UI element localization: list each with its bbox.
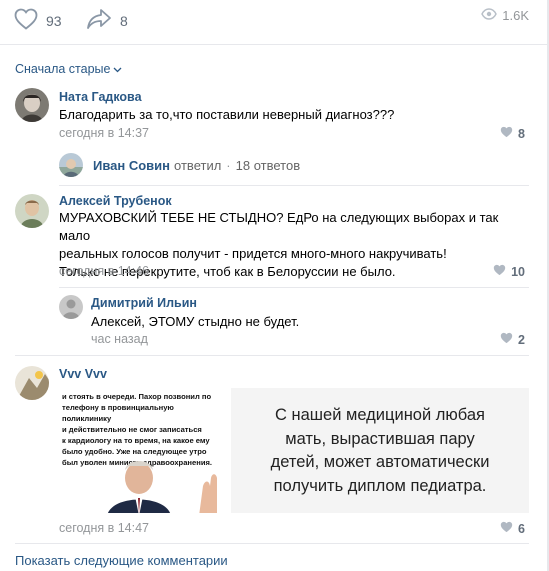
attachment-caption: С нашей медициной любая мать, вырастивша…	[270, 406, 490, 495]
actions-separator	[0, 44, 547, 45]
avatar[interactable]	[15, 366, 49, 400]
reply-text: Алексей, ЭТОМУ стыдно не будет.	[91, 314, 300, 329]
heart-icon	[14, 8, 38, 33]
post-actions-bar: 93 8 1.6K	[14, 8, 529, 36]
comment-date[interactable]: сегодня в 14:37	[59, 126, 149, 140]
avatar[interactable]	[15, 194, 49, 228]
comment-like-count: 10	[511, 264, 525, 279]
show-more-comments-link[interactable]: Показать следующие комментарии	[15, 553, 228, 568]
replies-link[interactable]: Иван Совин ответил · 18 ответов	[59, 153, 300, 177]
reply-author[interactable]: Иван Совин	[93, 158, 170, 173]
comment-divider	[15, 543, 529, 544]
views-counter: 1.6K	[481, 8, 529, 23]
comment-like-button[interactable]: 8	[500, 126, 525, 141]
reply-like-count: 2	[518, 332, 525, 347]
photo-attachment[interactable]: и стоять в очереди. Пахор позвонил по те…	[59, 388, 229, 513]
reply-like-button[interactable]: 2	[500, 332, 525, 347]
share-arrow-icon	[86, 8, 112, 33]
photo-person-figure	[108, 461, 217, 513]
comment-author[interactable]: Алексей Трубенок	[59, 194, 172, 208]
heart-icon	[500, 126, 513, 141]
replies-count[interactable]: 18 ответов	[236, 158, 300, 173]
reply-action: ответил	[174, 157, 222, 173]
heart-icon	[493, 264, 506, 279]
comment-divider	[59, 287, 529, 288]
comment-like-count: 6	[518, 521, 525, 536]
avatar[interactable]	[59, 295, 83, 319]
like-button[interactable]: 93	[14, 8, 62, 33]
sort-dropdown[interactable]: Сначала старые	[15, 62, 122, 76]
avatar	[59, 153, 83, 177]
photo-attachment[interactable]: С нашей медициной любая мать, вырастивша…	[231, 388, 529, 513]
avatar[interactable]	[15, 88, 49, 122]
heart-icon	[500, 521, 513, 536]
share-count: 8	[120, 12, 128, 29]
like-count: 93	[46, 12, 62, 29]
comment-like-button[interactable]: 6	[500, 521, 525, 536]
comment-text: Благодарить за то,что поставили неверный…	[59, 107, 395, 122]
sort-label: Сначала старые	[15, 62, 111, 76]
chevron-down-icon	[110, 62, 122, 76]
comment-date[interactable]: сегодня в 14:46	[59, 264, 149, 278]
comment-like-count: 8	[518, 126, 525, 141]
heart-icon	[500, 332, 513, 347]
reply-date[interactable]: час назад	[91, 332, 148, 346]
comment-divider	[59, 185, 529, 186]
reply-separator: ·	[226, 157, 231, 173]
comment-author[interactable]: Vvv Vvv	[59, 367, 107, 381]
comment-divider	[15, 355, 529, 356]
comment-like-button[interactable]: 10	[493, 264, 525, 279]
share-button[interactable]: 8	[86, 8, 128, 33]
views-count: 1.6K	[502, 8, 529, 23]
comment-date[interactable]: сегодня в 14:47	[59, 521, 149, 535]
comment-author[interactable]: Ната Гадкова	[59, 90, 142, 104]
eye-icon	[481, 8, 498, 23]
reply-author[interactable]: Димитрий Ильин	[91, 296, 197, 310]
